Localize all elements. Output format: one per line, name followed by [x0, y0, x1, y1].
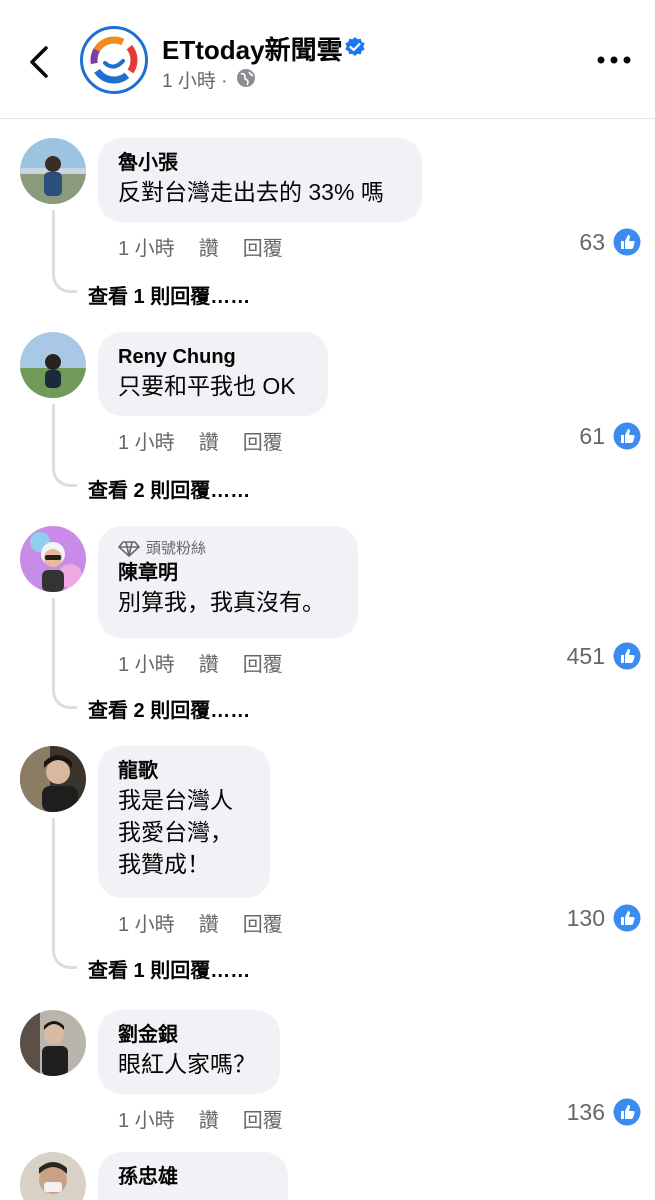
comment-author[interactable]: 龍歌: [118, 758, 250, 784]
avatar[interactable]: [20, 1010, 86, 1076]
reply-button[interactable]: 回覆: [243, 432, 283, 454]
like-button[interactable]: 讚: [199, 654, 219, 676]
thumbs-up-icon: [613, 642, 641, 670]
more-dots-icon[interactable]: [596, 52, 632, 68]
like-count[interactable]: 61: [579, 422, 641, 450]
top-fan-badge: 頭號粉絲: [118, 538, 338, 560]
comment-text: 我是台灣人: [118, 787, 233, 813]
avatar[interactable]: [20, 526, 86, 592]
comment-actions: 1 小時 讚 回覆: [118, 232, 307, 261]
comment-author[interactable]: 魯小張: [118, 150, 402, 176]
like-count-number: 451: [566, 642, 605, 669]
like-button[interactable]: 讚: [199, 238, 219, 260]
reply-button[interactable]: 回覆: [243, 1110, 283, 1132]
reply-thread-line: [52, 404, 77, 487]
avatar[interactable]: [20, 746, 86, 812]
comment-time: 1 小時: [118, 914, 175, 936]
avatar[interactable]: [20, 138, 86, 204]
comment-bubble: Reny Chung 只要和平我也 OK: [98, 332, 328, 416]
comment-text: 只要和平我也 OK: [118, 373, 296, 399]
diamond-icon: [118, 541, 140, 557]
view-replies-link[interactable]: 查看 1 則回覆……: [88, 280, 250, 309]
like-count[interactable]: 130: [567, 904, 641, 932]
comment: 頭號粉絲 陳章明 別算我，我真沒有。 1 小時 讚 回覆 451 查看 2 則回覆……: [0, 526, 655, 722]
reply-button[interactable]: 回覆: [243, 238, 283, 260]
top-fan-label: 頭號粉絲: [146, 540, 207, 557]
like-button[interactable]: 讚: [199, 914, 219, 936]
comment: Reny Chung 只要和平我也 OK 1 小時 讚 回覆 61 查看 2 則回覆…: [0, 332, 655, 502]
like-count-number: 63: [579, 228, 605, 255]
view-replies-link[interactable]: 查看 2 則回覆……: [88, 474, 250, 503]
comment-text: 我愛台灣，: [118, 819, 233, 845]
like-button[interactable]: 讚: [199, 432, 219, 454]
view-replies-link[interactable]: 查看 2 則回覆……: [88, 694, 250, 723]
comment-text: 我贊成！: [118, 851, 210, 877]
comment-actions: 1 小時 讚 回覆: [118, 908, 307, 937]
comment: 龍歌 我是台灣人 我愛台灣， 我贊成！ 1 小時 讚 回覆 130 查看 1 則回覆…: [0, 746, 655, 986]
comment-bubble: 孫忠雄: [98, 1152, 288, 1200]
comment-bubble: 龍歌 我是台灣人 我愛台灣， 我贊成！: [98, 746, 270, 898]
comment-text: 別算我，我真沒有。: [118, 589, 325, 615]
like-count[interactable]: 63: [579, 228, 641, 256]
reply-button[interactable]: 回覆: [243, 914, 283, 936]
back-icon[interactable]: [24, 42, 56, 82]
thumbs-up-icon: [613, 422, 641, 450]
page-avatar[interactable]: [80, 26, 148, 94]
comment-time: 1 小時: [118, 432, 175, 454]
comment-time: 1 小時: [118, 1110, 175, 1132]
like-count-number: 61: [579, 422, 605, 449]
comment-author[interactable]: Reny Chung: [118, 344, 308, 370]
reply-thread-line: [52, 818, 77, 969]
reply-thread-line: [52, 598, 77, 709]
comment: 劉金銀 眼紅人家嗎？ 1 小時 讚 回覆 136: [0, 1010, 655, 1133]
comment-bubble: 魯小張 反對台灣走出去的 33% 嗎: [98, 138, 422, 222]
comment-actions: 1 小時 讚 回覆: [118, 426, 307, 455]
like-button[interactable]: 讚: [199, 1110, 219, 1132]
page-name[interactable]: ETtoday新聞雲: [162, 30, 343, 67]
comment-text: 反對台灣走出去的 33% 嗎: [118, 179, 384, 205]
reply-thread-line: [52, 210, 77, 293]
like-count-number: 136: [566, 1098, 605, 1125]
comment-author[interactable]: 孫忠雄: [118, 1164, 268, 1190]
avatar[interactable]: [20, 332, 86, 398]
post-time: 1 小時 ·: [162, 71, 228, 92]
post-header: ETtoday新聞雲 1 小時 ·: [0, 0, 655, 119]
like-count[interactable]: 451: [567, 642, 641, 670]
comment: 魯小張 反對台灣走出去的 33% 嗎 1 小時 讚 回覆 63 查看 1 則回覆……: [0, 138, 655, 308]
comment: 孫忠雄: [0, 1152, 655, 1200]
reply-button[interactable]: 回覆: [243, 654, 283, 676]
comment-actions: 1 小時 讚 回覆: [118, 1104, 307, 1133]
like-count[interactable]: 136: [567, 1098, 641, 1126]
thumbs-up-icon: [613, 904, 641, 932]
comment-text: 眼紅人家嗎？: [118, 1051, 256, 1077]
verified-badge-icon: [345, 37, 365, 56]
comment-time: 1 小時: [118, 238, 175, 260]
comment-actions: 1 小時 讚 回覆: [118, 648, 307, 677]
comment-author[interactable]: 陳章明: [118, 560, 338, 586]
comment-bubble: 劉金銀 眼紅人家嗎？: [98, 1010, 280, 1094]
globe-icon: [237, 69, 255, 87]
like-count-number: 130: [566, 904, 605, 931]
avatar[interactable]: [20, 1152, 86, 1200]
comment-bubble: 頭號粉絲 陳章明 別算我，我真沒有。: [98, 526, 358, 638]
comment-author[interactable]: 劉金銀: [118, 1022, 260, 1048]
view-replies-link[interactable]: 查看 1 則回覆……: [88, 954, 250, 983]
ettoday-logo-icon: [90, 36, 138, 84]
thumbs-up-icon: [613, 1098, 641, 1126]
thumbs-up-icon: [613, 228, 641, 256]
comment-time: 1 小時: [118, 654, 175, 676]
